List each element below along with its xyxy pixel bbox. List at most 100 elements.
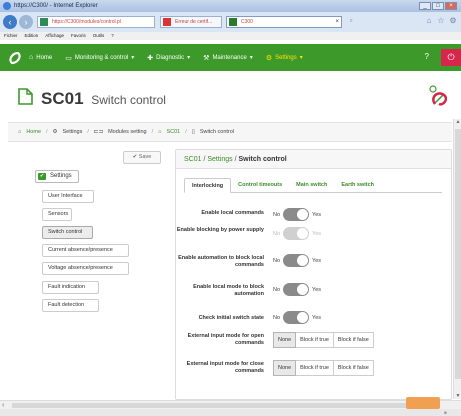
module-icon: ⌂ <box>158 129 162 135</box>
breadcrumb-modules-setting[interactable]: Modules setting <box>108 129 147 135</box>
breadcrumb-home[interactable]: Home <box>26 129 41 135</box>
tree-item-user-interface[interactable]: User Interface <box>42 190 94 203</box>
new-tab-icon[interactable]: ▫ <box>346 16 356 26</box>
toggle-switch[interactable] <box>283 254 310 267</box>
site-icon <box>40 18 48 26</box>
toggle-enable-local-commands[interactable]: No Yes <box>273 208 321 221</box>
menu-tools[interactable]: Outils <box>93 32 105 40</box>
scrollbar-thumb[interactable] <box>455 129 461 379</box>
c300-tab-icon <box>229 18 237 26</box>
modules-icon: ⊏⊐ <box>93 129 104 135</box>
nav-monitoring[interactable]: ▭ Monitoring & control ▾ <box>65 54 134 62</box>
scroll-up-icon[interactable]: ▲ <box>454 119 461 125</box>
tab-earth-switch[interactable]: Earth switch <box>334 178 381 193</box>
option-block-if-false[interactable]: Block if false <box>333 332 374 348</box>
ie-logo-icon <box>3 2 11 10</box>
breadcrumb-separator: / <box>151 129 154 135</box>
option-block-if-false[interactable]: Block if false <box>333 360 374 376</box>
menu-favorites[interactable]: Favoris <box>71 32 86 40</box>
browser-tab-certificate[interactable]: Erreur de certif... <box>160 16 222 28</box>
menu-help[interactable]: ? <box>111 32 114 40</box>
menu-view[interactable]: Affichage <box>45 32 64 40</box>
address-field[interactable]: https://C300/modules/control.pl <box>37 16 155 28</box>
toggle-switch[interactable] <box>283 311 310 324</box>
field-label: Check initial switch state <box>198 315 264 321</box>
tree-item-voltage-absence[interactable]: Voltage absence/presence <box>42 262 129 275</box>
checkbox-icon: ✔ <box>38 173 46 180</box>
back-icon[interactable]: ‹ <box>3 15 17 29</box>
breadcrumb-sc01[interactable]: SC01 <box>166 129 180 135</box>
horizontal-scrollbar[interactable]: ‹ <box>0 400 461 409</box>
browser-title-bar: https://C300/ - Internet Explorer _ □ × <box>0 0 461 12</box>
tree-item-fault-indication[interactable]: Fault indication <box>42 281 99 294</box>
toggle-yes-label: Yes <box>312 286 322 293</box>
scrollbar-thumb[interactable] <box>12 403 412 408</box>
nav-settings[interactable]: ⚙ Settings ▾ <box>266 54 303 62</box>
tree-item-current-absence[interactable]: Current absence/presence <box>42 244 129 257</box>
zoom-icon[interactable]: ⊕ <box>444 410 447 415</box>
nav-home[interactable]: ⌂ Home <box>29 54 52 61</box>
breadcrumb-separator: / <box>46 129 48 135</box>
option-block-if-true[interactable]: Block if true <box>296 332 334 348</box>
chevron-down-icon: ▾ <box>131 55 135 61</box>
settings-tree-root[interactable]: ✔ Settings <box>35 170 79 183</box>
brand-logo-icon <box>429 85 448 106</box>
scroll-down-icon[interactable]: ▼ <box>454 393 461 399</box>
save-button[interactable]: ✔ Save <box>123 151 161 164</box>
minimize-icon[interactable]: _ <box>419 2 431 10</box>
breadcrumb-settings[interactable]: Settings <box>62 129 82 135</box>
tab-interlocking[interactable]: Interlocking <box>184 178 232 193</box>
home-toolbar-icon[interactable]: ⌂ <box>424 16 434 26</box>
maximize-icon[interactable]: □ <box>432 2 444 10</box>
tree-item-fault-detection[interactable]: Fault detection <box>42 299 99 312</box>
toggle-switch[interactable] <box>283 208 310 221</box>
field-label: Enable blocking by power supply <box>176 227 264 233</box>
tab-control-timeouts[interactable]: Control timeouts <box>231 178 289 193</box>
panel-crumb-settings[interactable]: Settings <box>207 156 232 163</box>
option-none[interactable]: None <box>273 332 297 348</box>
nav-diagnostic[interactable]: ✚ Diagnostic ▾ <box>147 54 190 62</box>
check-icon: ✔ <box>132 154 138 160</box>
menu-edit[interactable]: Edition <box>25 32 39 40</box>
tree-item-label: Switch control <box>48 229 83 235</box>
tree-item-label: User Interface <box>48 193 83 199</box>
field-label: Enable automation to block local command… <box>178 255 264 268</box>
document-small-icon: ▯ <box>191 129 195 135</box>
chevron-down-icon: ▾ <box>299 55 303 61</box>
panel-crumb-sc01[interactable]: SC01 <box>184 156 202 163</box>
maintenance-icon: ⚒ <box>203 54 210 62</box>
tree-item-switch-control[interactable]: Switch control <box>42 226 93 239</box>
help-icon[interactable]: ? <box>425 52 429 61</box>
orange-action-button[interactable] <box>406 397 440 409</box>
field-label: Enable local mode to block automation <box>193 284 264 297</box>
toggle-enable-local-mode[interactable]: No Yes <box>273 283 321 296</box>
settings-panel: SC01 / Settings / Switch control Interlo… <box>175 149 452 400</box>
browser-tab-c300[interactable]: C300 × <box>226 16 342 28</box>
close-window-icon[interactable]: × <box>445 2 457 10</box>
vertical-scrollbar[interactable]: ▲ ▼ <box>453 119 461 399</box>
tab-main-switch[interactable]: Main switch <box>289 178 334 193</box>
option-block-if-true[interactable]: Block if true <box>296 360 334 376</box>
tools-icon[interactable]: ⚙ <box>448 16 458 26</box>
option-none[interactable]: None <box>273 360 297 376</box>
app-navbar: ⌂ Home ▭ Monitoring & control ▾ ✚ Diagno… <box>0 44 461 71</box>
tab-close-icon[interactable]: × <box>335 17 339 27</box>
tree-item-sensors[interactable]: Sensors <box>42 208 72 221</box>
app-logo-icon[interactable] <box>7 50 23 66</box>
toggle-no-label: No <box>273 314 281 321</box>
favorites-icon[interactable]: ☆ <box>436 16 446 26</box>
logout-icon[interactable]: ⏻ <box>441 49 461 66</box>
nav-maintenance-label: Maintenance <box>212 54 247 61</box>
toggle-check-initial-state[interactable]: No Yes <box>273 311 321 324</box>
toggle-no-label: No <box>273 230 281 237</box>
settings-icon: ⚙ <box>52 129 58 135</box>
nav-maintenance[interactable]: ⚒ Maintenance ▾ <box>203 54 253 62</box>
toggle-enable-automation-block[interactable]: No Yes <box>273 254 321 267</box>
forward-icon[interactable]: › <box>19 15 33 29</box>
settings-tabs: Interlocking Control timeouts Main switc… <box>184 178 442 193</box>
toggle-switch[interactable] <box>283 283 310 296</box>
breadcrumb: ⌂ Home / ⚙ Settings / ⊏⊐ Modules setting… <box>8 122 452 142</box>
menu-file[interactable]: Fichier <box>4 32 18 40</box>
tree-item-label: Current absence/presence <box>48 247 113 253</box>
field-label: Enable local commands <box>201 210 264 216</box>
